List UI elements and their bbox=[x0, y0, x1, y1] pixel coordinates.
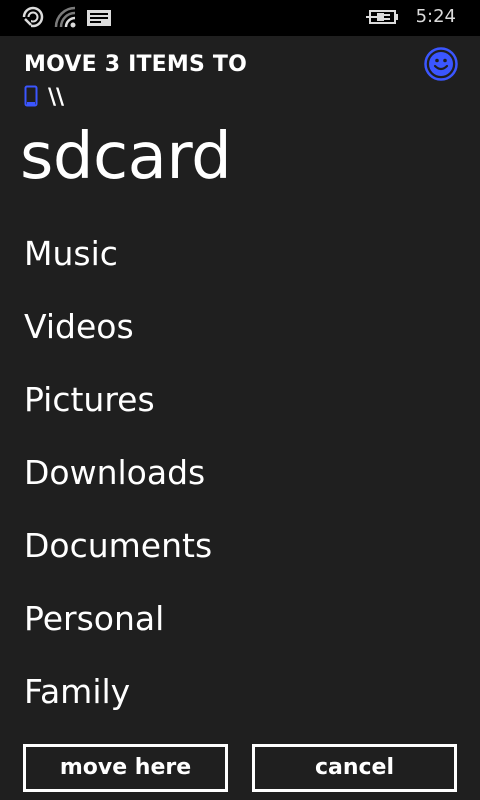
folder-item-videos[interactable]: Videos bbox=[0, 301, 480, 374]
battery-charging-icon bbox=[366, 8, 402, 30]
page-header: MOVE 3 ITEMS TO bbox=[24, 52, 248, 77]
move-here-button[interactable]: move here bbox=[23, 744, 228, 792]
folder-item-downloads[interactable]: Downloads bbox=[0, 447, 480, 520]
status-time: 5:24 bbox=[415, 6, 456, 27]
folder-item-pictures[interactable]: Pictures bbox=[0, 374, 480, 447]
breadcrumb: \\ bbox=[24, 85, 65, 111]
path-separator: \\ bbox=[48, 85, 65, 110]
page-title: sdcard bbox=[20, 120, 232, 194]
feedback-button[interactable] bbox=[424, 47, 458, 81]
move-items-screen: 5:24 MOVE 3 ITEMS TO \\ sdcard Music Vid… bbox=[0, 0, 480, 800]
folder-item-personal[interactable]: Personal bbox=[0, 593, 480, 666]
folder-item-documents[interactable]: Documents bbox=[0, 520, 480, 593]
sync-icon bbox=[22, 6, 44, 32]
smiley-icon bbox=[424, 47, 458, 84]
status-bar: 5:24 bbox=[0, 0, 480, 36]
folder-list: Music Videos Pictures Downloads Document… bbox=[0, 228, 480, 739]
phone-icon[interactable] bbox=[24, 85, 38, 111]
folder-item-family[interactable]: Family bbox=[0, 666, 480, 739]
wifi-signal-icon bbox=[54, 6, 76, 32]
cancel-button[interactable]: cancel bbox=[252, 744, 457, 792]
message-icon bbox=[86, 9, 112, 31]
folder-item-music[interactable]: Music bbox=[0, 228, 480, 301]
